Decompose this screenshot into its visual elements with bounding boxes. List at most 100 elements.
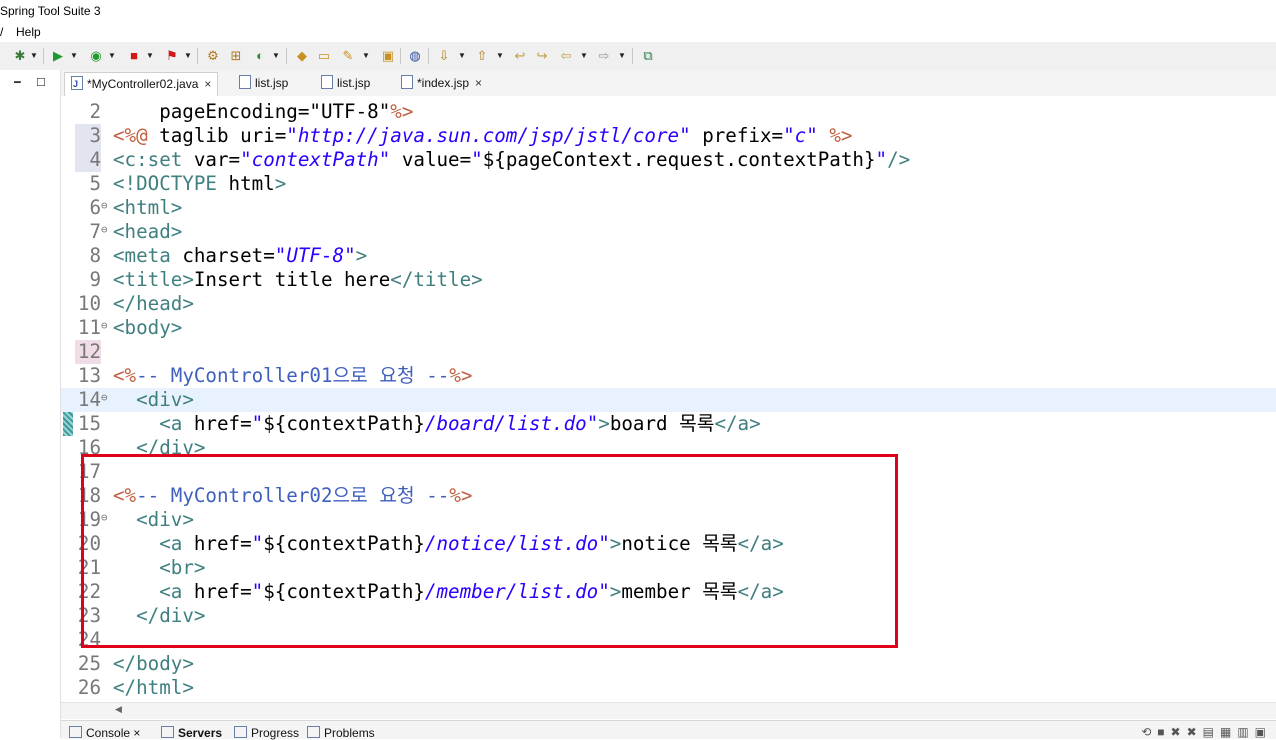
code-line[interactable]: 25 </body> [61, 652, 1276, 676]
jsp-file-icon [321, 75, 333, 89]
chevron-down-icon[interactable]: ▼ [618, 50, 626, 62]
run-external-icon[interactable]: ◉ [88, 48, 104, 64]
fold-toggle-icon[interactable]: ⊖ [101, 220, 108, 240]
previous-annotation-icon[interactable]: ⇧ [474, 48, 490, 64]
open-type-icon[interactable]: ◆ [294, 48, 310, 64]
code-line[interactable]: 26 </html> [61, 676, 1276, 700]
code-text: <body> [113, 316, 183, 339]
search-icon[interactable]: ✎ [340, 48, 356, 64]
debug-icon[interactable]: ✱ [12, 48, 28, 64]
code-line[interactable]: 12 [61, 340, 1276, 364]
code-line[interactable]: 14 ⊖ <div> [61, 388, 1276, 412]
line-number: 13 [77, 364, 101, 387]
forward-icon[interactable]: ⇨ [596, 48, 612, 64]
code-text: <a href="${contextPath}/board/list.do">b… [159, 412, 761, 435]
new-package-icon[interactable]: ⊞ [228, 48, 244, 64]
code-line[interactable]: 21 <br> [61, 556, 1276, 580]
code-line[interactable]: 15 <a href="${contextPath}/board/list.do… [61, 412, 1276, 436]
view-toolbar-icons[interactable]: ⟲■✖✖▤▦▥▣ [1141, 725, 1272, 739]
code-line[interactable]: 19 ⊖ <div> [61, 508, 1276, 532]
toolbar-separator [400, 48, 401, 64]
tab-label: *index.jsp [417, 76, 470, 90]
line-number: 16 [77, 436, 101, 459]
chevron-down-icon[interactable]: ▼ [580, 50, 588, 62]
globe-icon[interactable]: ◍ [407, 48, 423, 64]
line-number: 18 [77, 484, 101, 507]
code-line[interactable]: 4 <c:set var="contextPath" value="${pageC… [61, 148, 1276, 172]
code-text: <a href="${contextPath}/notice/list.do">… [159, 532, 784, 555]
code-text: <c:set var="contextPath" value="${pageCo… [113, 148, 911, 171]
code-line[interactable]: 23 </div> [61, 604, 1276, 628]
last-edit-location-icon[interactable]: ↩ [512, 48, 528, 64]
bottom-panel-tabs: Console × Servers Progress Problems ⟲■✖✖… [61, 720, 1276, 740]
code-line[interactable]: 17 [61, 460, 1276, 484]
close-icon[interactable]: × [204, 77, 211, 91]
tab-index-jsp[interactable]: *index.jsp × [395, 72, 488, 95]
chevron-down-icon[interactable]: ▼ [362, 50, 370, 62]
open-task-icon[interactable]: ▣ [380, 48, 396, 64]
line-number: 26 [77, 676, 101, 699]
chevron-down-icon[interactable]: ▼ [30, 50, 38, 62]
jsp-file-icon [401, 75, 413, 89]
horizontal-scrollbar[interactable]: ◀ [61, 702, 1276, 719]
close-icon[interactable]: × [475, 76, 482, 90]
menu-item-truncated[interactable]: / [0, 22, 3, 42]
code-line[interactable]: 2 pageEncoding="UTF-8"%> [61, 100, 1276, 124]
new-class-icon[interactable]: ◐ [252, 48, 268, 64]
menu-item-help[interactable]: Help [16, 22, 41, 42]
fold-toggle-icon[interactable]: ⊖ [101, 508, 108, 528]
run-icon[interactable]: ▶ [50, 48, 66, 64]
open-folder-icon[interactable]: ▭ [316, 48, 332, 64]
chevron-down-icon[interactable]: ▼ [146, 50, 154, 62]
toolbar-separator [428, 48, 429, 64]
code-line[interactable]: 13 <%-- MyController01으로 요청 --%> [61, 364, 1276, 388]
chevron-down-icon[interactable]: ▼ [272, 50, 280, 62]
code-line[interactable]: 20 <a href="${contextPath}/notice/list.d… [61, 532, 1276, 556]
fold-toggle-icon[interactable]: ⊖ [101, 196, 108, 216]
code-line[interactable]: 24 [61, 628, 1276, 652]
chevron-down-icon[interactable]: ▼ [496, 50, 504, 62]
chevron-down-icon[interactable]: ▼ [458, 50, 466, 62]
fold-toggle-icon[interactable]: ⊖ [101, 316, 108, 336]
code-line[interactable]: 5 <!DOCTYPE html> [61, 172, 1276, 196]
code-line[interactable]: 18 <%-- MyController02으로 요청 --%> [61, 484, 1276, 508]
maximize-icon[interactable]: ☐ [36, 76, 46, 89]
title-bar: Spring Tool Suite 3 [0, 0, 1276, 22]
tab-list-jsp[interactable]: list.jsp [233, 72, 294, 95]
chevron-down-icon[interactable]: ▼ [70, 50, 78, 62]
code-line[interactable]: 10 </head> [61, 292, 1276, 316]
code-editor[interactable]: 2 pageEncoding="UTF-8"%> 3 <%@ taglib uri=… [61, 96, 1276, 702]
code-text: <%@ taglib uri="http://java.sun.com/jsp/… [113, 124, 853, 147]
code-line[interactable]: 9 <title>Insert title here</title> [61, 268, 1276, 292]
back-icon[interactable]: ⇦ [558, 48, 574, 64]
stop-icon[interactable]: ■ [126, 48, 142, 64]
line-number: 15 [77, 412, 101, 435]
tab-label: list.jsp [337, 76, 371, 90]
code-line[interactable]: 8 <meta charset="UTF-8"> [61, 244, 1276, 268]
code-line[interactable]: 3 <%@ taglib uri="http://java.sun.com/jsp… [61, 124, 1276, 148]
chevron-down-icon[interactable]: ▼ [184, 50, 192, 62]
forward-edit-icon[interactable]: ↪ [534, 48, 550, 64]
fold-toggle-icon[interactable]: ⊖ [101, 388, 108, 408]
menu-bar: / Help [0, 22, 1276, 42]
code-line[interactable]: 16 </div> [61, 436, 1276, 460]
tab-mycontroller02-java[interactable]: *MyController02.java × [64, 72, 219, 96]
line-number: 11 [77, 316, 101, 339]
code-text: </html> [113, 676, 194, 699]
minimize-icon[interactable]: ━ [14, 76, 21, 89]
code-text: <div> [136, 508, 194, 531]
tab-list-jsp[interactable]: list.jsp [315, 72, 376, 95]
terminate-icon[interactable]: ⚑ [164, 48, 180, 64]
code-line[interactable]: 22 <a href="${contextPath}/member/list.d… [61, 580, 1276, 604]
code-line[interactable]: 11 ⊖ <body> [61, 316, 1276, 340]
chevron-down-icon[interactable]: ▼ [108, 50, 116, 62]
scroll-left-icon[interactable]: ◀ [115, 704, 122, 715]
code-text: <title>Insert title here</title> [113, 268, 483, 291]
code-text: </head> [113, 292, 194, 315]
code-line[interactable]: 7 ⊖ <head> [61, 220, 1276, 244]
new-spring-project-icon[interactable]: ⚙ [205, 48, 221, 64]
code-text: </div> [136, 604, 206, 627]
next-annotation-icon[interactable]: ⇩ [436, 48, 452, 64]
open-perspective-icon[interactable]: ⧉ [640, 48, 656, 64]
code-line[interactable]: 6 ⊖ <html> [61, 196, 1276, 220]
